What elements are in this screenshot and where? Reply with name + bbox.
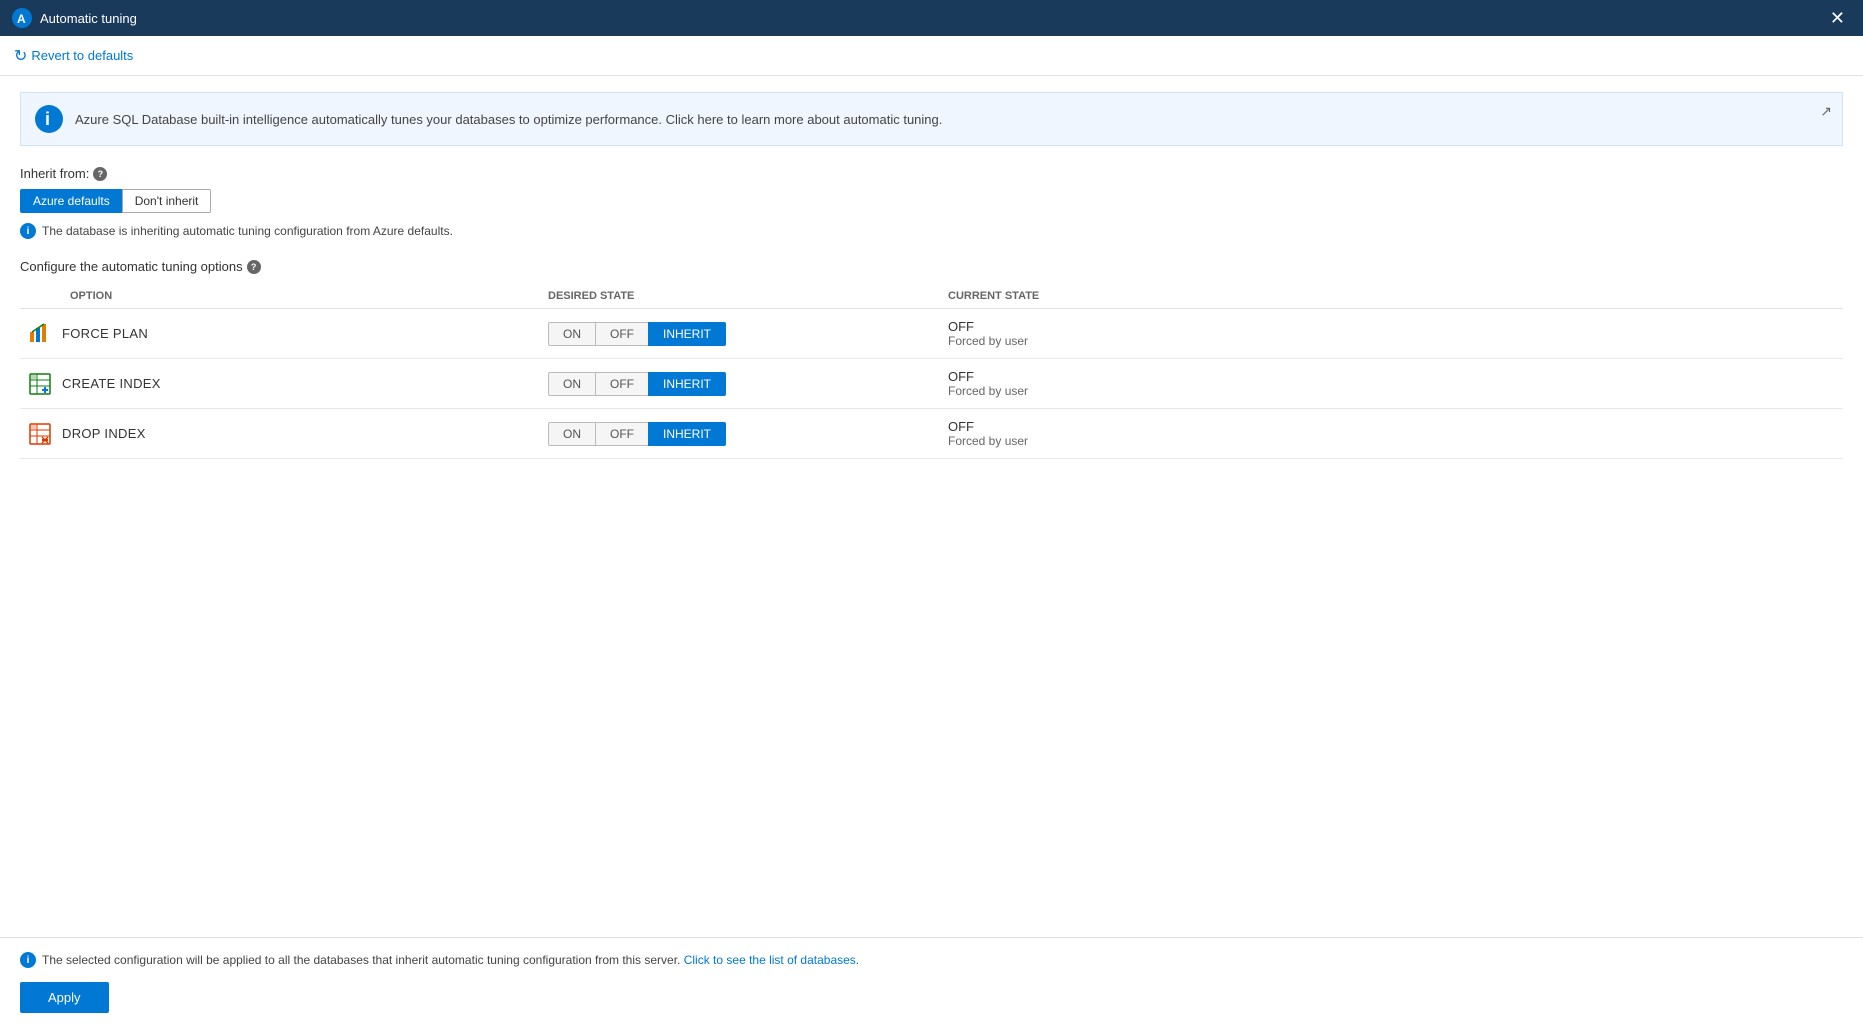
revert-label: Revert to defaults bbox=[31, 48, 133, 63]
configure-help-icon[interactable]: ? bbox=[247, 260, 261, 274]
close-button[interactable]: ✕ bbox=[1824, 6, 1851, 31]
options-tbody: FORCE PLAN ON OFF INHERIT OFF Forced by … bbox=[20, 309, 1843, 459]
option-name: FORCE PLAN bbox=[62, 326, 148, 341]
current-state-note: Forced by user bbox=[948, 384, 1835, 398]
option-cell: CREATE INDEX bbox=[28, 372, 532, 396]
option-cell: FORCE PLAN bbox=[28, 322, 532, 346]
configure-label: Configure the automatic tuning options ? bbox=[20, 259, 1843, 274]
current-state-note: Forced by user bbox=[948, 434, 1835, 448]
current-state: OFF Forced by user bbox=[948, 319, 1835, 348]
state-off-button[interactable]: OFF bbox=[595, 372, 649, 396]
revert-defaults-button[interactable]: ↺ Revert to defaults bbox=[14, 46, 133, 66]
state-on-button[interactable]: ON bbox=[548, 372, 596, 396]
info-banner-icon: i bbox=[35, 105, 63, 133]
table-header: OPTION DESIRED STATE CURRENT STATE bbox=[20, 284, 1843, 309]
main-content: i Azure SQL Database built-in intelligen… bbox=[0, 76, 1863, 937]
state-buttons: ON OFF INHERIT bbox=[548, 372, 932, 396]
current-state-value: OFF bbox=[948, 369, 1835, 384]
option-icon bbox=[28, 422, 52, 446]
info-banner: i Azure SQL Database built-in intelligen… bbox=[20, 92, 1843, 146]
footer: i The selected configuration will be app… bbox=[0, 937, 1863, 1023]
inherit-from-label: Inherit from: ? bbox=[20, 166, 1843, 181]
state-buttons: ON OFF INHERIT bbox=[548, 322, 932, 346]
option-name: DROP INDEX bbox=[62, 426, 146, 441]
state-inherit-button[interactable]: INHERIT bbox=[648, 422, 726, 446]
title-bar-title: Automatic tuning bbox=[40, 11, 137, 26]
external-link-icon[interactable]: ↗ bbox=[1820, 103, 1832, 120]
revert-icon: ↺ bbox=[14, 46, 27, 66]
svg-text:A: A bbox=[17, 12, 26, 26]
title-bar-left: A Automatic tuning bbox=[12, 8, 137, 28]
current-state: OFF Forced by user bbox=[948, 369, 1835, 398]
footer-info: i The selected configuration will be app… bbox=[20, 952, 1843, 968]
table-row: DROP INDEX ON OFF INHERIT OFF Forced by … bbox=[20, 409, 1843, 459]
state-on-button[interactable]: ON bbox=[548, 422, 596, 446]
footer-info-icon: i bbox=[20, 952, 36, 968]
inherit-info-icon: i bbox=[20, 223, 36, 239]
inherit-info-text: The database is inheriting automatic tun… bbox=[42, 224, 453, 238]
title-bar: A Automatic tuning ✕ bbox=[0, 0, 1863, 36]
footer-link[interactable]: Click to see the list of databases. bbox=[684, 953, 859, 967]
current-state-value: OFF bbox=[948, 319, 1835, 334]
footer-info-text: The selected configuration will be appli… bbox=[42, 953, 859, 967]
state-off-button[interactable]: OFF bbox=[595, 322, 649, 346]
option-cell: DROP INDEX bbox=[28, 422, 532, 446]
current-state-note: Forced by user bbox=[948, 334, 1835, 348]
option-name: CREATE INDEX bbox=[62, 376, 161, 391]
current-state: OFF Forced by user bbox=[948, 419, 1835, 448]
svg-text:i: i bbox=[45, 109, 50, 129]
table-row: CREATE INDEX ON OFF INHERIT OFF Forced b… bbox=[20, 359, 1843, 409]
table-row: FORCE PLAN ON OFF INHERIT OFF Forced by … bbox=[20, 309, 1843, 359]
state-buttons: ON OFF INHERIT bbox=[548, 422, 932, 446]
state-on-button[interactable]: ON bbox=[548, 322, 596, 346]
toolbar: ↺ Revert to defaults bbox=[0, 36, 1863, 76]
state-inherit-button[interactable]: INHERIT bbox=[648, 322, 726, 346]
option-icon bbox=[28, 372, 52, 396]
options-table: OPTION DESIRED STATE CURRENT STATE FORCE… bbox=[20, 284, 1843, 459]
col-header-current: CURRENT STATE bbox=[940, 284, 1843, 309]
app-icon: A bbox=[12, 8, 32, 28]
col-header-desired: DESIRED STATE bbox=[540, 284, 940, 309]
inherit-buttons-group: Azure defaults Don't inherit bbox=[20, 189, 1843, 213]
azure-defaults-button[interactable]: Azure defaults bbox=[20, 189, 123, 213]
col-header-option: OPTION bbox=[20, 284, 540, 309]
option-icon bbox=[28, 322, 52, 346]
inherit-help-icon[interactable]: ? bbox=[93, 167, 107, 181]
info-banner-text: Azure SQL Database built-in intelligence… bbox=[75, 112, 1828, 127]
dont-inherit-button[interactable]: Don't inherit bbox=[122, 189, 212, 213]
state-off-button[interactable]: OFF bbox=[595, 422, 649, 446]
current-state-value: OFF bbox=[948, 419, 1835, 434]
inherit-info: i The database is inheriting automatic t… bbox=[20, 223, 1843, 239]
apply-button[interactable]: Apply bbox=[20, 982, 109, 1013]
state-inherit-button[interactable]: INHERIT bbox=[648, 372, 726, 396]
